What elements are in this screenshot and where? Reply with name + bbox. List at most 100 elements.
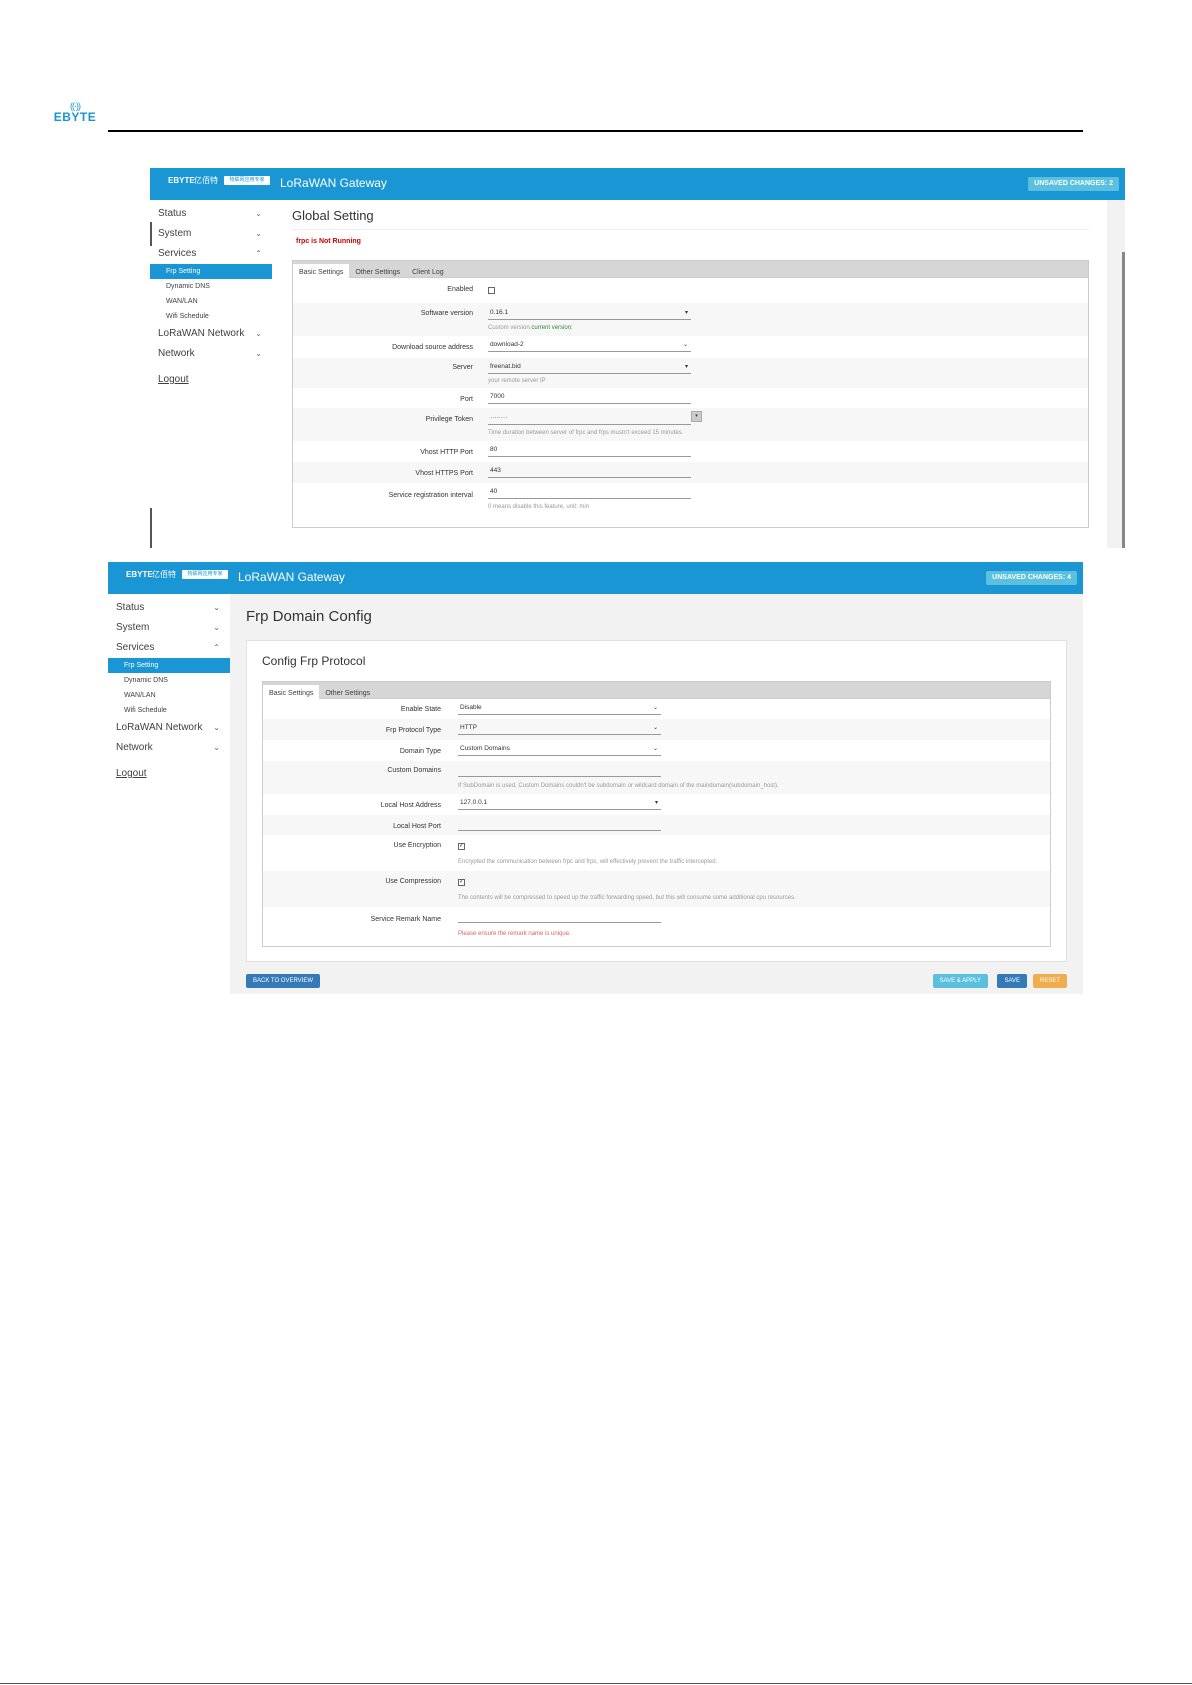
form-row: Use Encryption ✓ Encrypted the communica… bbox=[263, 835, 1050, 871]
sidebar-edge-mark bbox=[150, 222, 152, 246]
use-compression-hint: The contents will be compressed to speed… bbox=[458, 895, 796, 901]
save-apply-button[interactable]: SAVE & APPLY bbox=[932, 974, 988, 988]
reset-button[interactable]: RESET bbox=[1032, 974, 1067, 988]
privilege-token-label: Privilege Token bbox=[425, 416, 473, 423]
top-bar: EBYTE 亿佰特 物联网应用专家 LoRaWAN Gateway UNSAVE… bbox=[150, 168, 1125, 200]
chevron-down-icon: ⌄ bbox=[255, 329, 262, 338]
sidebar: Status ⌄ System ⌄ Services ⌃ Frp Setting Dy… bbox=[150, 200, 272, 548]
sidebar-item-lorawan[interactable]: LoRaWAN Network ⌄ bbox=[108, 718, 230, 738]
sidebar-subitem-dynamic-dns[interactable]: Dynamic DNS bbox=[108, 673, 230, 688]
reveal-password-button[interactable]: ▾ bbox=[691, 411, 702, 422]
chevron-down-icon: ⌄ bbox=[652, 705, 658, 711]
scrollbar-thumb[interactable] bbox=[1122, 252, 1125, 548]
service-remark-label: Service Remark Name bbox=[370, 916, 441, 923]
local-host-address-select[interactable]: 127.0.0.1 ▾ bbox=[458, 797, 661, 810]
chevron-down-icon: ⌄ bbox=[255, 209, 262, 218]
download-source-label: Download source address bbox=[392, 344, 473, 351]
logout-link[interactable]: Logout bbox=[150, 374, 272, 385]
registration-interval-label: Service registration interval bbox=[388, 492, 473, 499]
sidebar-item-label: LoRaWAN Network bbox=[116, 722, 203, 733]
main-content: Global Setting frpc is Not Running Basic… bbox=[272, 200, 1125, 548]
tab-bar: Basic Settings Other Settings bbox=[262, 681, 1051, 702]
sidebar-subitem-wan-lan[interactable]: WAN/LAN bbox=[108, 688, 230, 703]
config-panel: Config Frp Protocol Basic Settings Other … bbox=[246, 640, 1067, 962]
enable-state-select[interactable]: Disable ⌄ bbox=[458, 702, 661, 715]
form-row: Privilege Token ········ ▾ Time duration… bbox=[293, 408, 1088, 441]
unsaved-changes-badge[interactable]: UNSAVED CHANGES: 2 bbox=[1028, 177, 1119, 191]
protocol-type-select[interactable]: HTTP ⌄ bbox=[458, 722, 661, 735]
custom-domains-input[interactable] bbox=[458, 764, 661, 777]
custom-domains-label: Custom Domains bbox=[387, 767, 441, 774]
vhost-http-label: Vhost HTTP Port bbox=[420, 449, 473, 456]
use-compression-checkbox[interactable]: ✓ bbox=[458, 879, 465, 886]
service-remark-input[interactable] bbox=[458, 910, 661, 923]
chevron-up-icon: ⌃ bbox=[255, 249, 262, 258]
save-button[interactable]: SAVE bbox=[997, 974, 1027, 988]
registration-interval-input[interactable]: 40 bbox=[488, 486, 691, 499]
sidebar-item-system[interactable]: System ⌄ bbox=[150, 224, 272, 244]
screenshot-global-setting: EBYTE 亿佰特 物联网应用专家 LoRaWAN Gateway UNSAVE… bbox=[150, 168, 1125, 548]
domain-type-label: Domain Type bbox=[399, 748, 441, 755]
sidebar-item-status[interactable]: Status ⌄ bbox=[108, 598, 230, 618]
vhost-http-input[interactable]: 80 bbox=[488, 444, 691, 457]
sidebar-item-label: Network bbox=[116, 742, 153, 753]
top-bar: EBYTE 亿佰特 物联网应用专家 LoRaWAN Gateway UNSAVE… bbox=[108, 562, 1083, 594]
sidebar-subitem-wifi-schedule[interactable]: Wifi Schedule bbox=[150, 309, 272, 324]
local-host-port-input[interactable] bbox=[458, 818, 661, 831]
service-remark-hint: Please ensure the remark name is unique. bbox=[458, 931, 571, 937]
form-row: Custom Domains If SubDomain is used, Cus… bbox=[263, 761, 1050, 794]
sidebar-item-network[interactable]: Network ⌄ bbox=[108, 738, 230, 758]
sidebar-subitem-wan-lan[interactable]: WAN/LAN bbox=[150, 294, 272, 309]
chevron-down-icon: ⌄ bbox=[255, 229, 262, 238]
unsaved-changes-badge[interactable]: UNSAVED CHANGES: 4 bbox=[986, 571, 1077, 585]
sidebar-item-network[interactable]: Network ⌄ bbox=[150, 344, 272, 364]
page-title: Frp Domain Config bbox=[246, 608, 372, 625]
use-encryption-checkbox[interactable]: ✓ bbox=[458, 843, 465, 850]
sidebar-item-system[interactable]: System ⌄ bbox=[108, 618, 230, 638]
protocol-type-value: HTTP bbox=[460, 724, 477, 731]
form-row: Service Remark Name Please ensure the re… bbox=[263, 907, 1050, 946]
form-row: Port 7000 bbox=[293, 388, 1088, 408]
form-row: Service registration interval 40 0 means… bbox=[293, 483, 1088, 527]
sidebar-item-lorawan[interactable]: LoRaWAN Network ⌄ bbox=[150, 324, 272, 344]
form-row: Vhost HTTPS Port 443 bbox=[293, 462, 1088, 483]
sidebar-item-services[interactable]: Services ⌃ bbox=[150, 244, 272, 264]
form-row: Local Host Port bbox=[263, 815, 1050, 835]
form-row: Frp Protocol Type HTTP ⌄ bbox=[263, 719, 1050, 740]
brand-logo: EBYTE 亿佰特 物联网应用专家 bbox=[126, 568, 230, 588]
chevron-down-icon: ⌄ bbox=[652, 746, 658, 752]
chevron-down-icon: ⌄ bbox=[213, 723, 220, 732]
sidebar-item-services[interactable]: Services ⌃ bbox=[108, 638, 230, 658]
download-source-select[interactable]: download-2 ⌄ bbox=[488, 339, 691, 352]
back-to-overview-button[interactable]: BACK TO OVERVIEW bbox=[246, 974, 321, 988]
brand-logo-tag-box: 物联网应用专家 bbox=[182, 570, 228, 579]
port-input[interactable]: 7000 bbox=[488, 391, 691, 404]
form-row: Enable State Disable ⌄ bbox=[263, 699, 1050, 719]
sidebar: Status ⌄ System ⌄ Services ⌃ Frp Setting Dy… bbox=[108, 594, 230, 994]
sidebar-subitem-wifi-schedule[interactable]: Wifi Schedule bbox=[108, 703, 230, 718]
domain-type-select[interactable]: Custom Domains ⌄ bbox=[458, 743, 661, 756]
brand-logo-cn: 亿佰特 bbox=[152, 570, 176, 579]
enabled-label: Enabled bbox=[447, 286, 473, 293]
sidebar-subitem-frp-setting[interactable]: Frp Setting bbox=[108, 658, 230, 673]
form-row: Use Compression ✓ The contents will be c… bbox=[263, 871, 1050, 907]
brand-logo-cn: 亿佰特 bbox=[194, 176, 218, 185]
sidebar-subitem-dynamic-dns[interactable]: Dynamic DNS bbox=[150, 279, 272, 294]
ebyte-doc-logo: ((·)) EBYTE bbox=[52, 102, 98, 126]
chevron-down-icon: ⌄ bbox=[213, 603, 220, 612]
sidebar-item-status[interactable]: Status ⌄ bbox=[150, 204, 272, 224]
app-title: LoRaWAN Gateway bbox=[238, 570, 345, 584]
server-select[interactable]: freenat.bid ▾ bbox=[488, 361, 691, 374]
server-label: Server bbox=[452, 364, 473, 371]
sidebar-subitem-frp-setting[interactable]: Frp Setting bbox=[150, 264, 272, 279]
form-row: Domain Type Custom Domains ⌄ bbox=[263, 740, 1050, 761]
privilege-token-input[interactable]: ········ bbox=[488, 412, 691, 425]
logout-link[interactable]: Logout bbox=[108, 768, 230, 779]
software-version-select[interactable]: 0.16.1 ▾ bbox=[488, 307, 691, 320]
enabled-checkbox[interactable] bbox=[488, 287, 495, 294]
content-panel: Global Setting frpc is Not Running Basic… bbox=[272, 200, 1107, 548]
local-host-address-label: Local Host Address bbox=[380, 802, 441, 809]
sidebar-edge-mark bbox=[150, 508, 152, 548]
vhost-https-input[interactable]: 443 bbox=[488, 465, 691, 478]
chevron-down-icon: ⌄ bbox=[255, 349, 262, 358]
